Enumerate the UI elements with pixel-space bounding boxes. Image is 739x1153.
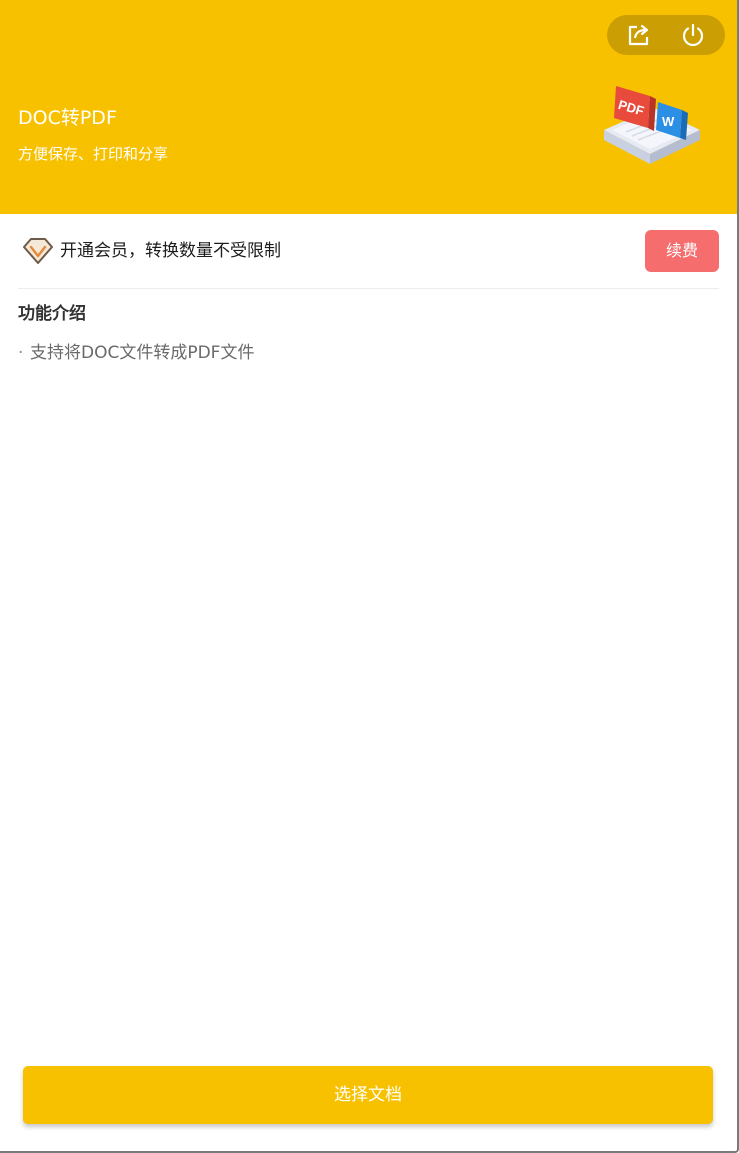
- bullet: ·: [18, 343, 24, 363]
- share-button[interactable]: [625, 21, 653, 49]
- vip-diamond-icon: [23, 238, 53, 264]
- header-banner: DOC转PDF 方便保存、打印和分享 W PDF: [0, 0, 737, 214]
- share-icon: [628, 24, 649, 46]
- doc-to-pdf-illustration: W PDF: [604, 86, 700, 164]
- page-subtitle: 方便保存、打印和分享: [18, 145, 169, 163]
- app-window: DOC转PDF 方便保存、打印和分享 W PDF 开通会员，转换数量不受限制 续…: [0, 0, 739, 1153]
- power-button[interactable]: [679, 21, 707, 49]
- power-icon: [682, 23, 704, 47]
- feature-list-item: · 支持将DOC文件转成PDF文件: [18, 342, 254, 364]
- membership-banner: 开通会员，转换数量不受限制 续费: [18, 226, 719, 278]
- page-title: DOC转PDF: [18, 107, 117, 129]
- features-title: 功能介绍: [18, 304, 86, 324]
- feature-text: 支持将DOC文件转成PDF文件: [30, 343, 255, 363]
- window-actions: [607, 15, 725, 55]
- divider: [18, 288, 719, 289]
- select-document-button[interactable]: 选择文档: [23, 1066, 713, 1124]
- membership-text: 开通会员，转换数量不受限制: [60, 241, 281, 261]
- word-label: W: [662, 114, 675, 129]
- renew-button[interactable]: 续费: [645, 230, 719, 272]
